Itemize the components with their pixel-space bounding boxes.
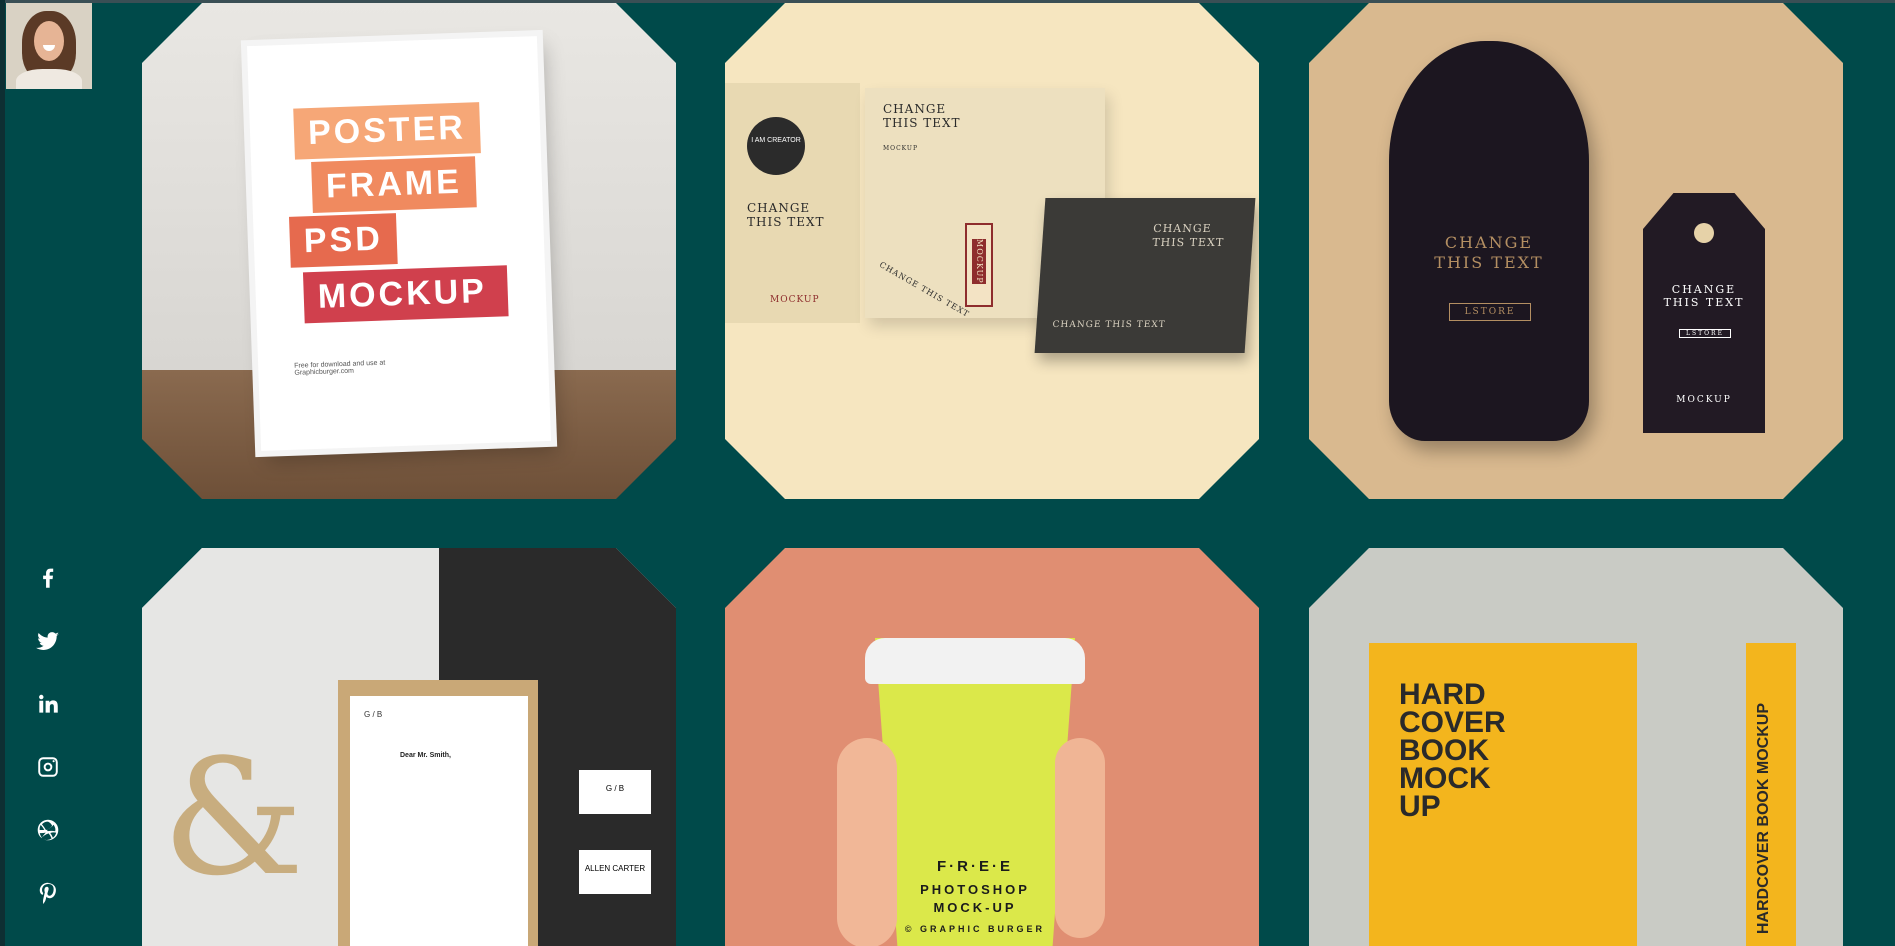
instagram-icon[interactable]	[26, 745, 70, 789]
cup-line-3: MOCK-UP	[933, 900, 1017, 915]
book-cover: HARD COVER BOOK MOCK UP	[1369, 643, 1637, 946]
vertical-tag: MOCKUP	[965, 223, 993, 307]
black-box-front: CHANGE THIS TEXT	[1052, 320, 1167, 330]
facebook-icon[interactable]	[26, 556, 70, 600]
hang-tag: CHANGE THIS TEXT LSTORE MOCKUP	[1643, 193, 1765, 433]
spine-title: HARDCOVER BOOK MOCKUP	[1755, 703, 1772, 935]
dribbble-icon[interactable]	[26, 808, 70, 852]
tag-sub: MOCKUP	[1676, 395, 1732, 405]
tag-title: CHANGE THIS TEXT	[1663, 283, 1745, 309]
tag-text: MOCKUP	[972, 239, 986, 284]
avatar-face	[34, 21, 64, 61]
greeting: Dear Mr. Smith,	[400, 752, 451, 759]
box-title: CHANGE THIS TEXT	[883, 102, 961, 130]
business-card-1: G / B	[579, 770, 651, 814]
cup-lid	[865, 638, 1085, 684]
black-box: CHANGE THIS TEXT CHANGE THIS TEXT	[1035, 198, 1256, 353]
tag-logo: LSTORE	[1679, 329, 1731, 338]
cup-line-2: PHOTOSHOP	[920, 882, 1030, 897]
stationery-tile[interactable]: G / B Dear Mr. Smith, & G / B ALLEN CART…	[142, 548, 676, 946]
kraft-packaging-tile[interactable]: I AM CREATOR CHANGE THIS TEXT MOCKUP CHA…	[725, 3, 1259, 499]
kraft-bag: I AM CREATOR CHANGE THIS TEXT MOCKUP	[725, 83, 860, 323]
hand-right	[1055, 738, 1105, 938]
poster-line-2: FRAME	[311, 156, 477, 213]
linkedin-icon[interactable]	[26, 682, 70, 726]
sack-logo: LSTORE	[1449, 303, 1531, 321]
cup-line-1: F·R·E·E	[937, 858, 1013, 875]
poster-line-1: POSTER	[293, 102, 480, 159]
bag-text: CHANGE THIS TEXT	[747, 201, 825, 229]
profile-avatar[interactable]	[6, 3, 92, 89]
monogram: G / B	[364, 710, 383, 719]
left-edge	[0, 0, 5, 946]
letterhead: G / B Dear Mr. Smith,	[350, 696, 528, 946]
poster-note: Free for download and use at Graphicburg…	[294, 359, 386, 377]
bag-sub: MOCKUP	[770, 295, 820, 305]
book-spine: HARDCOVER BOOK MOCKUP	[1746, 643, 1796, 946]
tag-hole	[1694, 223, 1714, 243]
business-card-2: ALLEN CARTER	[579, 850, 651, 894]
pinterest-icon[interactable]	[26, 871, 70, 915]
hand-left	[837, 738, 897, 946]
black-bag-tile[interactable]: CHANGE THIS TEXT LSTORE CHANGE THIS TEXT…	[1309, 3, 1843, 499]
coffee-cup-tile[interactable]: F·R·E·E PHOTOSHOP MOCK-UP © GRAPHIC BURG…	[725, 548, 1259, 946]
poster-line-3: PSD	[289, 213, 398, 268]
twitter-icon[interactable]	[26, 619, 70, 663]
box-sub: MOCKUP	[883, 145, 919, 152]
sack-title: CHANGE THIS TEXT	[1434, 233, 1544, 272]
top-edge	[0, 0, 1895, 3]
ampersand-decor: &	[162, 724, 305, 911]
poster-mockup-tile[interactable]: POSTER FRAME PSD MOCKUP Free for downloa…	[142, 3, 676, 499]
black-sack: CHANGE THIS TEXT LSTORE	[1389, 41, 1589, 441]
hardcover-book-tile[interactable]: HARD COVER BOOK MOCK UP HARDCOVER BOOK M…	[1309, 548, 1843, 946]
avatar-shirt	[16, 69, 82, 89]
book-title: HARD COVER BOOK MOCK UP	[1399, 678, 1506, 823]
poster-frame: POSTER FRAME PSD MOCKUP Free for downloa…	[247, 36, 551, 451]
black-box-lid: CHANGE THIS TEXT	[1151, 222, 1225, 249]
poster-line-4: MOCKUP	[303, 265, 509, 323]
cup-line-4: © GRAPHIC BURGER	[904, 924, 1046, 934]
creator-seal: I AM CREATOR	[747, 117, 805, 175]
